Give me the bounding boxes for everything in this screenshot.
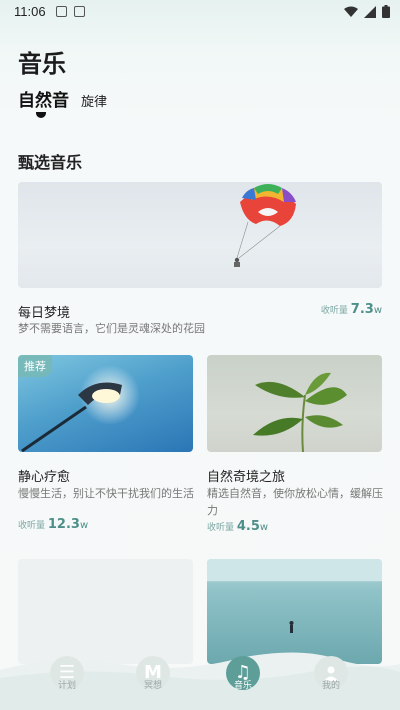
wifi-icon [344,6,358,17]
category-tabs: 自然音 旋律 [18,86,107,111]
system-icons [344,5,390,18]
card-title-healing: 静心疗愈 [18,470,71,485]
card-description-nature: 精选自然音，使你放松心情，缓解压力 [207,487,383,517]
listen-unit: w [373,305,382,316]
featured-listen-count: 收听量 7.3w [321,302,382,317]
app-notification-icon [74,6,85,17]
nav-meditation[interactable]: M 冥想 [124,656,184,710]
featured-card-image[interactable] [18,182,382,288]
card-listen-count-healing: 收听量 12.3w [18,517,88,532]
nav-label-music: 音乐 [233,681,252,691]
listen-value: 12.3 [47,517,80,532]
featured-card-description: 梦不需要语言，它们是灵魂深处的花园 [18,322,205,335]
nav-music[interactable]: ♫ 音乐 [214,656,274,710]
nav-plan[interactable]: ☰ 计划 [38,656,98,710]
listen-label: 收听量 [207,523,235,533]
parasail-image [234,184,296,267]
bottom-navigation: ☰ 计划 M 冥想 ♫ 音乐 我的 [0,652,400,710]
listen-label: 收听量 [18,521,46,531]
section-title: 甄选音乐 [18,153,83,172]
nav-label-plan: 计划 [57,681,76,691]
nav-label-meditation: 冥想 [143,681,162,691]
card-image-healing[interactable]: 推荐 [18,355,193,452]
featured-card-title: 每日梦境 [18,306,71,321]
card-listen-count-nature: 收听量 4.5w [207,519,268,534]
signal-icon [364,5,376,18]
nav-profile[interactable]: 我的 [302,656,362,710]
listen-value: 4.5 [236,519,260,534]
page-title: 音乐 [18,51,66,78]
tab-nature-sounds[interactable]: 自然音 [18,86,69,111]
listen-unit: w [79,520,89,531]
gallery-notification-icon [56,6,67,17]
card-image-nature[interactable] [207,355,382,452]
nav-label-profile: 我的 [321,681,340,691]
listen-value: 7.3 [350,302,374,317]
listen-unit: w [259,522,269,533]
recommend-badge: 推荐 [18,355,52,377]
card-description-healing: 慢慢生活，别让不快干扰我们的生活 [18,487,194,500]
battery-icon [382,5,390,18]
plant-image [253,372,347,452]
status-time: 11:06 [14,4,46,19]
active-tab-indicator [36,112,46,118]
status-bar: 11:06 [0,0,400,24]
card-title-nature: 自然奇境之旅 [207,470,286,485]
tab-melody[interactable]: 旋律 [81,91,107,111]
listen-label: 收听量 [320,306,348,316]
